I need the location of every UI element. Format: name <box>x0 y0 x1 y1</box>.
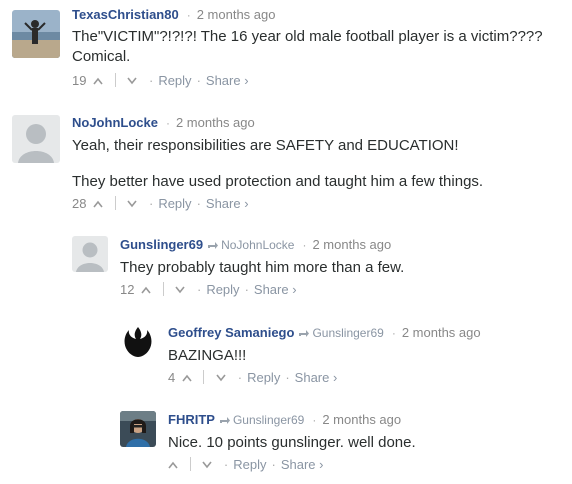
share-link[interactable]: Share › <box>254 282 297 297</box>
comment-header: TexasChristian80 · 2 months ago <box>72 7 276 22</box>
downvote-icon[interactable] <box>216 374 226 382</box>
reply-link[interactable]: Reply <box>233 457 266 472</box>
author-name[interactable]: Gunslinger69 <box>120 237 203 252</box>
reply-arrow-icon <box>299 330 310 337</box>
text-line: BAZINGA!!! <box>168 347 247 364</box>
upvote-icon[interactable] <box>93 77 103 85</box>
timestamp[interactable]: 2 months ago <box>322 412 401 427</box>
text-line: They better have used protection and tau… <box>72 173 484 190</box>
default-avatar-icon <box>72 236 108 272</box>
downvote-icon[interactable] <box>175 286 185 294</box>
comment-text: Nice. 10 points gunslinger. well done. <box>168 433 416 453</box>
timestamp[interactable]: 2 months ago <box>197 7 276 22</box>
divider <box>114 73 116 87</box>
author-name[interactable]: TexasChristian80 <box>72 7 179 22</box>
reply-to-name: NoJohnLocke <box>221 238 295 252</box>
avatar[interactable] <box>12 115 60 163</box>
divider <box>189 457 191 471</box>
upvote-icon[interactable] <box>182 374 192 382</box>
reply-link[interactable]: Reply <box>158 73 191 88</box>
comment-footer: 12 · Reply · Share › <box>120 282 297 297</box>
reply-link[interactable]: Reply <box>158 196 191 211</box>
vote-count: 19 <box>72 73 87 88</box>
reply-arrow-icon <box>219 417 230 424</box>
user-photo-icon <box>12 10 60 58</box>
comment-header: NoJohnLocke · 2 months ago <box>72 115 255 130</box>
downvote-icon[interactable] <box>127 200 137 208</box>
upvote-icon[interactable] <box>168 461 178 469</box>
divider <box>162 282 164 296</box>
avatar[interactable] <box>12 10 60 58</box>
comment-header: FHRITP Gunslinger69 · 2 months ago <box>168 412 402 427</box>
reply-to-name: Gunslinger69 <box>232 413 305 427</box>
comment-text: Yeah, their responsibilities are SAFETY … <box>72 136 483 192</box>
in-reply-to[interactable]: Gunslinger69 <box>298 326 384 340</box>
downvote-icon[interactable] <box>127 77 137 85</box>
user-photo-icon <box>120 411 156 447</box>
comment-footer: 19 · Reply · Share › <box>72 73 249 88</box>
text-line: Nice. 10 points gunslinger. well done. <box>168 434 416 451</box>
share-link[interactable]: Share › <box>281 457 324 472</box>
text-line: They probably taught him more than a few… <box>120 259 405 276</box>
avatar[interactable] <box>72 236 108 272</box>
in-reply-to[interactable]: Gunslinger69 <box>219 413 304 427</box>
comment-text: BAZINGA!!! <box>168 346 481 366</box>
reply-to-name: Gunslinger69 <box>312 326 384 340</box>
upvote-icon[interactable] <box>141 286 151 294</box>
vote-count: 4 <box>168 370 176 385</box>
text-line: Comical. <box>72 48 131 65</box>
share-link[interactable]: Share › <box>206 196 249 211</box>
timestamp[interactable]: 2 months ago <box>176 115 255 130</box>
upvote-icon[interactable] <box>93 200 103 208</box>
author-name[interactable]: NoJohnLocke <box>72 115 158 130</box>
author-name[interactable]: Geoffrey Samaniego <box>168 325 294 340</box>
text-line: The"VICTIM"?!?!?! The 16 year old male f… <box>72 28 543 45</box>
avatar[interactable] <box>120 411 156 447</box>
comment-header: Geoffrey Samaniego Gunslinger69 · 2 months … <box>168 325 481 340</box>
share-link[interactable]: Share › <box>295 370 338 385</box>
in-reply-to[interactable]: NoJohnLocke <box>207 238 294 252</box>
divider <box>114 196 116 210</box>
vote-count: 28 <box>72 196 87 211</box>
comment-footer: 28 · Reply · Share › <box>72 196 249 211</box>
reply-link[interactable]: Reply <box>247 370 280 385</box>
comment-text: They probably taught him more than a few… <box>120 258 404 278</box>
reply-link[interactable]: Reply <box>206 282 239 297</box>
comment-header: Gunslinger69 NoJohnLocke · 2 months ago <box>120 237 392 252</box>
divider <box>203 370 205 384</box>
avatar[interactable] <box>120 324 156 360</box>
comment-footer: · Reply · Share › <box>168 456 416 474</box>
default-avatar-icon <box>12 115 60 163</box>
comment-footer: 4 · Reply · Share › <box>168 370 338 385</box>
share-link[interactable]: Share › <box>206 73 249 88</box>
reply-arrow-icon <box>208 242 219 249</box>
comment-text: The"VICTIM"?!?!?! The 16 year old male f… <box>72 27 543 67</box>
rebel-alliance-icon <box>120 324 156 360</box>
downvote-icon[interactable] <box>202 461 212 469</box>
timestamp[interactable]: 2 months ago <box>312 237 391 252</box>
vote-count: 12 <box>120 282 135 297</box>
timestamp[interactable]: 2 months ago <box>402 325 481 340</box>
author-name[interactable]: FHRITP <box>168 412 215 427</box>
text-line: Yeah, their responsibilities are SAFETY … <box>72 137 459 154</box>
